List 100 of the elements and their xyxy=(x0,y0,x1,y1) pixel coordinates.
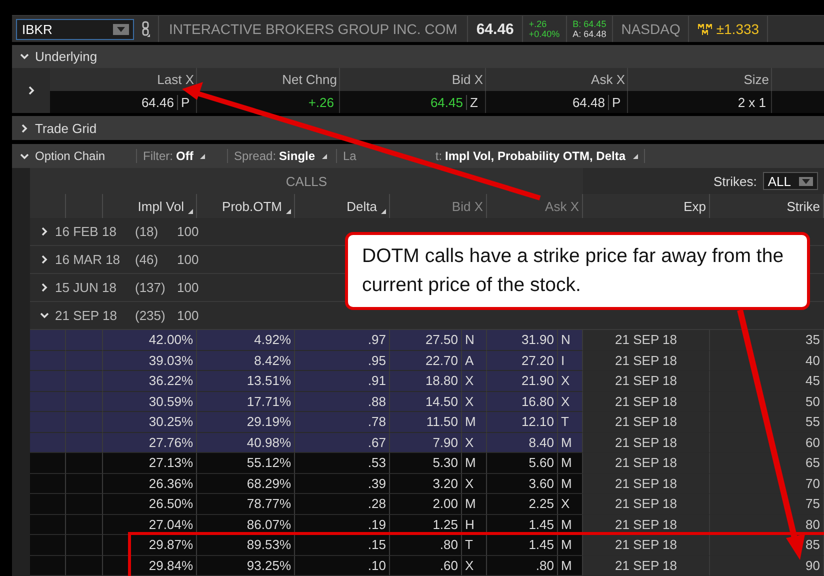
option-row[interactable]: 26.36% 68.29% .39 3.20 X 3.60 M 21 SEP 18 70 xyxy=(30,474,824,494)
table-cell: 26.36% xyxy=(103,474,197,494)
dropdown-icon[interactable] xyxy=(799,176,813,186)
table-cell: M xyxy=(462,494,487,514)
option-row[interactable]: 39.03% 8.42% .95 22.70 A 27.20 I 21 SEP 18 40 xyxy=(30,350,824,371)
table-cell: 3.60 xyxy=(487,474,558,494)
table-cell: 55.12% xyxy=(197,453,295,474)
column-header[interactable]: Size xyxy=(744,72,769,87)
table-cell: 5.30 xyxy=(390,453,462,474)
link-icon[interactable] xyxy=(142,21,150,37)
option-row[interactable]: 29.87% 89.53% .15 .80 T 1.45 M 21 SEP 18 85 xyxy=(30,535,824,556)
option-row[interactable]: 42.00% 4.92% .97 27.50 N 31.90 N 21 SEP 18 35 xyxy=(30,330,824,350)
spread-menu[interactable]: Spread: Single xyxy=(228,149,337,163)
option-row[interactable]: 27.76% 40.98% .67 7.90 X 8.40 M 21 SEP 18 60 xyxy=(30,432,824,453)
column-header[interactable]: Last X xyxy=(157,72,194,87)
chevron-right-icon[interactable] xyxy=(40,227,49,236)
layout-menu[interactable]: La t: Impl Vol, Probability OTM, Delta xyxy=(337,149,644,163)
exchange-name: NASDAQ xyxy=(620,21,682,37)
strikes-dropdown[interactable]: ALL xyxy=(762,172,818,190)
table-cell: .91 xyxy=(295,371,390,392)
exchange-code: P xyxy=(608,94,625,110)
quote-value: 2 x 1 xyxy=(738,94,766,110)
option-row[interactable]: 27.13% 55.12% .53 5.30 M 5.60 M 21 SEP 18 65 xyxy=(30,453,824,474)
chevron-right-icon[interactable] xyxy=(40,283,49,292)
chevron-down-icon[interactable] xyxy=(20,152,29,160)
table-cell: 42.00% xyxy=(103,330,197,350)
table-cell: 17.71% xyxy=(197,392,295,412)
table-cell: A xyxy=(462,350,487,371)
table-cell: .28 xyxy=(295,494,390,514)
sort-icon[interactable] xyxy=(188,209,193,214)
table-cell: X xyxy=(462,392,487,412)
table-cell: X xyxy=(558,392,583,412)
sort-icon[interactable] xyxy=(632,154,638,159)
ask-price: A: 64.48 xyxy=(572,29,606,39)
table-cell: 2.00 xyxy=(390,494,462,514)
chevron-right-icon[interactable] xyxy=(20,124,29,132)
table-cell: 12.10 xyxy=(487,412,558,432)
option-row[interactable]: 30.25% 29.19% .78 11.50 M 12.10 T 21 SEP 18 55 xyxy=(30,412,824,432)
section-header[interactable]: Underlying xyxy=(12,45,824,68)
table-cell: M xyxy=(558,432,583,453)
filter-menu[interactable]: Filter: Off xyxy=(137,149,228,163)
table-cell: .97 xyxy=(295,330,390,350)
table-cell: X xyxy=(558,494,583,514)
chevron-right-icon[interactable] xyxy=(26,86,36,95)
column-header[interactable]: Ask X xyxy=(591,72,625,87)
table-cell: 78.77% xyxy=(197,494,295,514)
sort-icon[interactable] xyxy=(322,154,328,159)
table-cell: 5.60 xyxy=(487,453,558,474)
table-cell: 21 SEP 18 xyxy=(583,556,710,576)
net-change: +.26 xyxy=(528,19,548,29)
table-cell: .88 xyxy=(295,392,390,412)
table-cell: 27.20 xyxy=(487,350,558,371)
table-cell: 30.59% xyxy=(103,392,197,412)
option-row[interactable]: 26.50% 78.77% .28 2.00 M 2.25 X 21 SEP 18 75 xyxy=(30,494,824,514)
table-cell: 21 SEP 18 xyxy=(583,371,710,392)
table-cell: 21 SEP 18 xyxy=(583,392,710,412)
chevron-down-icon[interactable] xyxy=(20,52,29,61)
section-toggle[interactable]: Option Chain xyxy=(20,149,137,163)
table-cell: 8.40 xyxy=(487,432,558,453)
quote-value: 64.46 xyxy=(141,94,174,110)
table-cell: 68.29% xyxy=(197,474,295,494)
market-maker-icon xyxy=(697,23,714,35)
table-cell: 21 SEP 18 xyxy=(583,412,710,432)
option-row[interactable]: 36.22% 13.51% .91 18.80 X 21.90 X 21 SEP 18 45 xyxy=(30,371,824,392)
expected-move: ±1.333 xyxy=(716,21,760,37)
table-cell: N xyxy=(558,330,583,350)
table-cell: 75 xyxy=(710,494,824,514)
sort-icon[interactable] xyxy=(200,154,206,159)
option-row[interactable]: 30.59% 17.71% .88 14.50 X 16.80 X 21 SEP 18 50 xyxy=(30,392,824,412)
table-cell: X xyxy=(462,474,487,494)
table-cell: N xyxy=(462,330,487,350)
column-header[interactable]: Net Chng xyxy=(282,72,337,87)
table-cell: 39.03% xyxy=(103,350,197,371)
table-cell: .78 xyxy=(295,412,390,432)
sort-icon[interactable] xyxy=(381,209,386,214)
table-cell: T xyxy=(462,535,487,556)
table-cell: 65 xyxy=(710,453,824,474)
sort-icon[interactable] xyxy=(286,209,291,214)
chevron-down-icon[interactable] xyxy=(40,311,49,320)
bid-price: B: 64.45 xyxy=(572,19,606,29)
table-cell: M xyxy=(462,412,487,432)
dropdown-icon[interactable] xyxy=(117,26,125,32)
table-cell: 21 SEP 18 xyxy=(583,535,710,556)
table-cell: 27.76% xyxy=(103,432,197,453)
option-row[interactable]: 29.84% 93.25% .10 .60 X .80 M 21 SEP 18 90 xyxy=(30,556,824,576)
chevron-right-icon[interactable] xyxy=(40,255,49,264)
table-cell: 36.22% xyxy=(103,371,197,392)
column-header[interactable]: Bid X xyxy=(452,72,483,87)
table-cell: .53 xyxy=(295,453,390,474)
option-row[interactable]: 27.04% 86.07% .19 1.25 H 1.45 M 21 SEP 18 80 xyxy=(30,514,824,535)
company-name: INTERACTIVE BROKERS GROUP INC. COM xyxy=(168,21,458,37)
quote-value: 64.48 xyxy=(572,94,605,110)
table-cell: M xyxy=(558,474,583,494)
symbol-field[interactable]: IBKR xyxy=(16,18,134,40)
table-cell: 35 xyxy=(710,330,824,350)
table-cell: I xyxy=(558,350,583,371)
section-header[interactable]: Trade Grid xyxy=(12,116,824,140)
table-cell: 22.70 xyxy=(390,350,462,371)
table-cell: X xyxy=(462,432,487,453)
table-cell: .67 xyxy=(295,432,390,453)
